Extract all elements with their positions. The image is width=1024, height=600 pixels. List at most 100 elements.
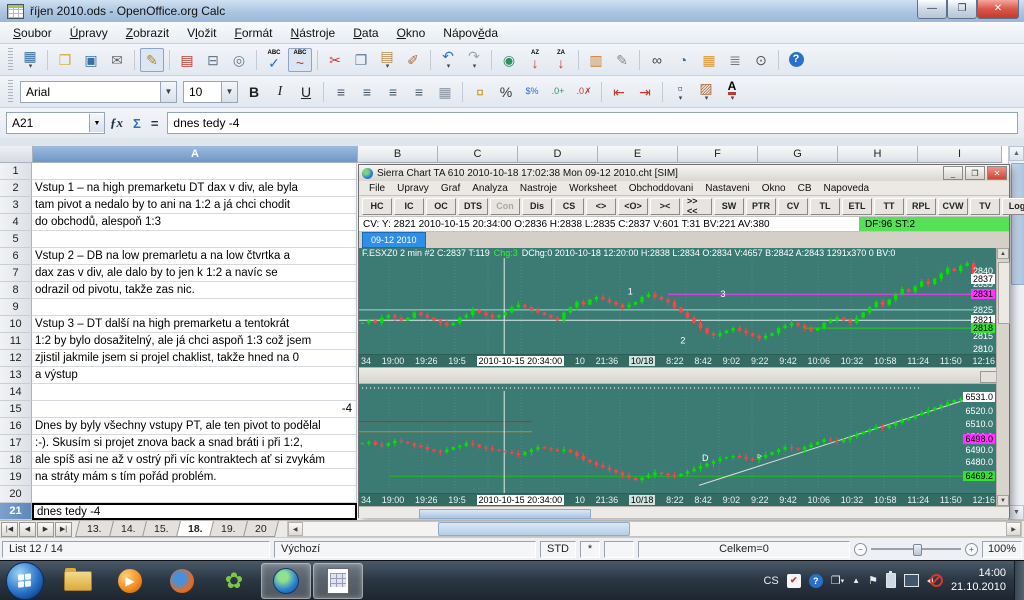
menu-npovda[interactable]: Nápověda: [434, 24, 507, 42]
chevron-down-icon[interactable]: ▾: [731, 95, 735, 102]
help-tray-icon[interactable]: ?: [808, 573, 823, 588]
function-wizard-button[interactable]: ƒx: [110, 115, 123, 131]
hyperlink-button[interactable]: ◉: [497, 48, 521, 72]
scroll-down-arrow[interactable]: ▼: [1009, 505, 1024, 520]
print-button[interactable]: ⊟: [201, 48, 225, 72]
sierra-toolbar-oc-button[interactable]: OC: [426, 197, 456, 215]
clock[interactable]: 14:00 21.10.2010: [951, 567, 1006, 595]
taskbar-media-player-button[interactable]: ▶: [105, 563, 155, 599]
sierra-toolbar-tl-button[interactable]: TL: [810, 197, 840, 215]
find-replace-button[interactable]: ∞: [645, 48, 669, 72]
toolbar-grip[interactable]: [8, 79, 13, 104]
row-header-14[interactable]: 14: [0, 384, 32, 401]
zoom-in-button[interactable]: +: [965, 542, 978, 556]
row-header-9[interactable]: 9: [0, 299, 32, 316]
cell-a5[interactable]: [32, 231, 357, 248]
sierra-toolbar-hc-button[interactable]: HC: [362, 197, 392, 215]
font-color-button[interactable]: A ▾: [720, 80, 744, 104]
cell-a17[interactable]: :-). Skusím si projet znova back a snad …: [32, 435, 357, 452]
save-button[interactable]: ▣: [79, 48, 103, 72]
cell-a7[interactable]: dax zas v div, ale dalo by to jen k 1:2 …: [32, 265, 357, 282]
chevron-down-icon[interactable]: ▼: [221, 81, 237, 102]
zoom-thumb[interactable]: [913, 544, 922, 556]
scroll-up-arrow[interactable]: ▲: [997, 248, 1009, 259]
action-center-flag-icon[interactable]: ⚑: [868, 574, 878, 587]
row-header-15[interactable]: 15: [0, 401, 32, 418]
chevron-down-icon[interactable]: ▾: [447, 63, 451, 70]
row-header-6[interactable]: 6: [0, 248, 32, 265]
select-all-corner[interactable]: [0, 146, 33, 163]
taskbar-explorer-button[interactable]: [53, 563, 103, 599]
decrease-indent-button[interactable]: ⇤: [607, 80, 631, 104]
sierra-toolbar-log-button[interactable]: Log: [1002, 197, 1024, 215]
cell-a13[interactable]: a výstup: [32, 367, 357, 384]
sierra-toolbar-cv-button[interactable]: CV: [778, 197, 808, 215]
es-futures-chart[interactable]: F.ESXZ0 2 min #2 C:2837 T:119 Chg:3 DChg…: [359, 248, 1009, 367]
cell-a16[interactable]: Dnes by byly všechny vstupy PT, ale ten …: [32, 418, 357, 435]
autospellcheck-button[interactable]: ABC ~: [288, 47, 312, 72]
paste-button[interactable]: ▤ ▾: [375, 48, 399, 72]
minimize-button[interactable]: —: [917, 0, 947, 19]
price-scale[interactable]: 6520.06510.06500.06490.06480.06531.06498…: [955, 391, 995, 493]
new-spreadsheet-button[interactable]: ▦ ▾: [18, 48, 42, 72]
scrollbar-thumb[interactable]: [1011, 163, 1024, 285]
horizontal-scrollbar[interactable]: ◀ ▶: [286, 521, 1022, 537]
column-header-c[interactable]: C: [438, 146, 518, 163]
sierra-menu-upravy[interactable]: Upravy: [391, 183, 435, 194]
maximize-button[interactable]: ❐: [947, 0, 977, 19]
cell-a9[interactable]: [32, 299, 357, 316]
sierra-menu-cb[interactable]: CB: [792, 183, 818, 194]
last-sheet-button[interactable]: ▶|: [55, 521, 72, 537]
row-header-19[interactable]: 19: [0, 469, 32, 486]
toolbar-grip[interactable]: [8, 47, 13, 72]
first-sheet-button[interactable]: |◀: [1, 521, 18, 537]
sheet-tab-20[interactable]: 20: [243, 521, 279, 537]
sort-ascending-button[interactable]: AZ ↓: [523, 48, 547, 72]
edit-mode-button[interactable]: ✎: [140, 47, 164, 72]
column-header-i[interactable]: I: [918, 146, 1002, 163]
start-button[interactable]: [6, 561, 44, 600]
menu-data[interactable]: Data: [344, 24, 387, 42]
sierra-close-button[interactable]: ✕: [987, 166, 1007, 180]
column-header-f[interactable]: F: [678, 146, 758, 163]
scrollbar-thumb[interactable]: [437, 522, 630, 536]
chevron-down-icon[interactable]: ▼: [160, 81, 176, 102]
align-left-button[interactable]: ≡: [329, 80, 353, 104]
sierra-toolbar-o-button[interactable]: <O>: [618, 197, 648, 215]
sierra-menu-nastaveni[interactable]: Nastaveni: [699, 183, 755, 194]
column-header-h[interactable]: H: [838, 146, 918, 163]
sierra-vertical-scrollbar[interactable]: ▲ ▼: [996, 248, 1010, 506]
merge-cells-button[interactable]: ▦: [433, 80, 457, 104]
page-style[interactable]: Výchozí: [274, 540, 536, 558]
sierra-toolbar-tt-button[interactable]: TT: [874, 197, 904, 215]
zoom-slider[interactable]: − +: [854, 542, 978, 556]
sierra-menu-obchoddovani[interactable]: Obchoddovani: [623, 183, 700, 194]
column-header-e[interactable]: E: [598, 146, 678, 163]
number-currency-button[interactable]: ¤: [468, 80, 492, 104]
font-name-combobox[interactable]: Arial ▼: [20, 80, 177, 103]
cell-a19[interactable]: na stráty mám s tím pořád problém.: [32, 469, 357, 486]
scrollbar-thumb[interactable]: [998, 262, 1010, 324]
sierra-menu-worksheet[interactable]: Worksheet: [563, 183, 623, 194]
sierra-toolbar-tv-button[interactable]: TV: [970, 197, 1000, 215]
sierra-minimize-button[interactable]: _: [943, 166, 963, 180]
cell-a3[interactable]: tam pivot a nedalo by to ani na 1:2 a já…: [32, 197, 357, 214]
row-header-8[interactable]: 8: [0, 282, 32, 299]
sierra-menu-file[interactable]: File: [363, 183, 391, 194]
row-header-10[interactable]: 10: [0, 316, 32, 333]
format-paintbrush-button[interactable]: ✐: [401, 48, 425, 72]
row-header-11[interactable]: 11: [0, 333, 32, 350]
row-header-18[interactable]: 18: [0, 452, 32, 469]
sierra-menu-graf[interactable]: Graf: [435, 183, 466, 194]
chart-button[interactable]: ▥: [584, 48, 608, 72]
sierra-toolbar-etl-button[interactable]: ETL: [842, 197, 872, 215]
sierra-menu-napoveda[interactable]: Napoveda: [818, 183, 876, 194]
pdf-export-button[interactable]: ▤: [175, 48, 199, 72]
increase-indent-button[interactable]: ⇥: [633, 80, 657, 104]
redo-button[interactable]: ↷ ▾: [462, 48, 486, 72]
row-header-16[interactable]: 16: [0, 418, 32, 435]
cell-a20[interactable]: [32, 486, 357, 503]
add-decimal-button[interactable]: .0+: [546, 80, 570, 104]
cell-a10[interactable]: Vstup 3 – DT další na high premarketu a …: [32, 316, 357, 333]
network-icon[interactable]: [903, 574, 919, 587]
